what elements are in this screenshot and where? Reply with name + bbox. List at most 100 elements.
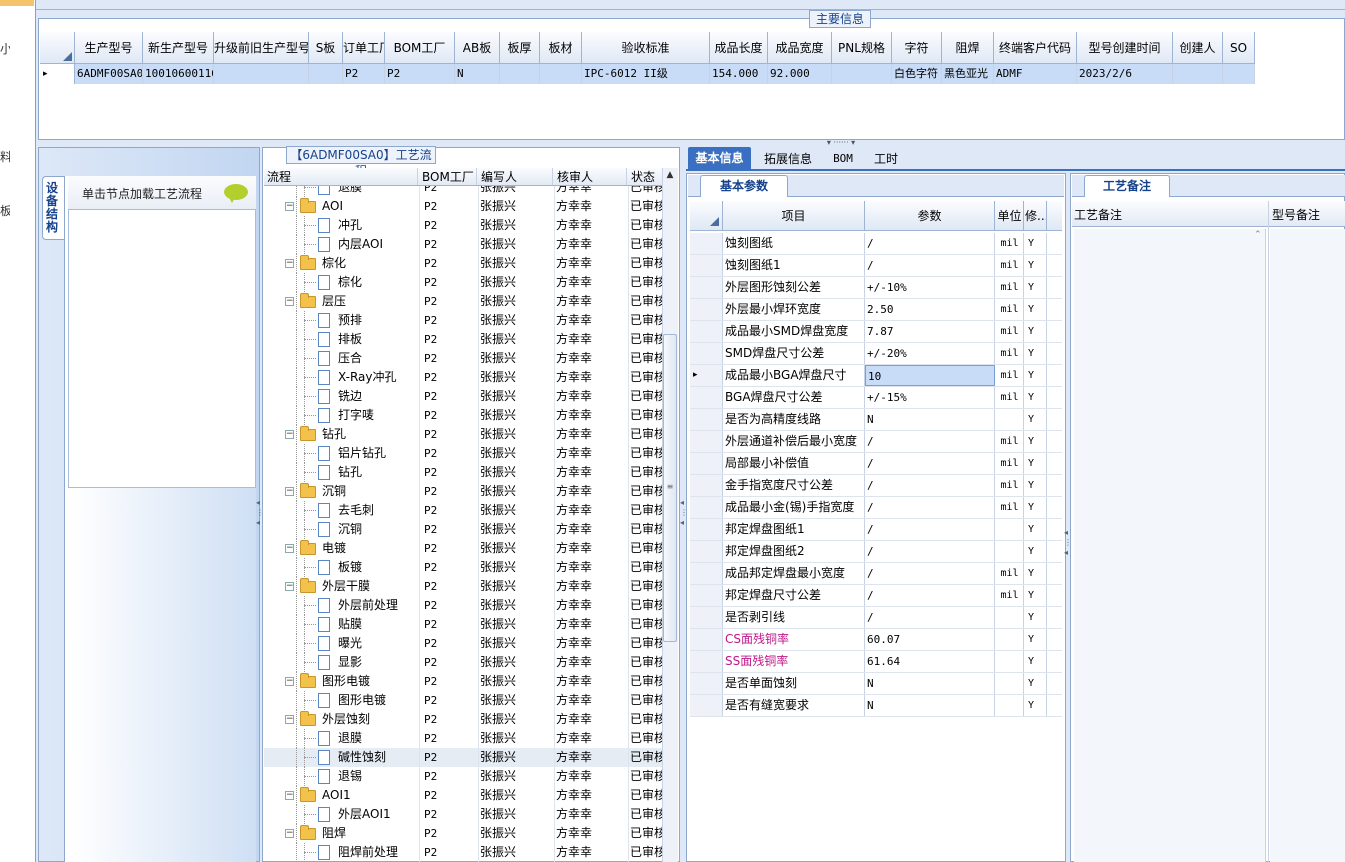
- model-remarks-textarea[interactable]: [1270, 229, 1345, 862]
- table-cell[interactable]: 10010600116056: [143, 64, 214, 84]
- table-cell[interactable]: [832, 64, 892, 84]
- table-cell[interactable]: P2: [343, 64, 385, 84]
- subtab-basic-params[interactable]: 基本参数: [700, 175, 788, 197]
- param-row[interactable]: 外层图形蚀刻公差 +/-10% mil Y: [690, 277, 1062, 299]
- table-cell[interactable]: 2023/2/6: [1077, 64, 1173, 84]
- tree-row[interactable]: 曝光 P2 张振兴 方幸幸 已审核: [264, 634, 662, 653]
- param-row[interactable]: CS面残铜率 60.07 Y: [690, 629, 1062, 651]
- table-cell[interactable]: [214, 64, 309, 84]
- tree-row[interactable]: − 电镀 P2 张振兴 方幸幸 已审核: [264, 539, 662, 558]
- table-cell[interactable]: 154.000: [710, 64, 768, 84]
- tree-node-label[interactable]: 图形电镀: [338, 691, 386, 710]
- param-row[interactable]: 是否有缝宽要求 N Y: [690, 695, 1062, 717]
- tree-row[interactable]: 排板 P2 张振兴 方幸幸 已审核: [264, 330, 662, 349]
- tab-bom[interactable]: BOM: [824, 149, 862, 169]
- param-row[interactable]: 蚀刻图纸1/mil Y: [690, 255, 1062, 277]
- tree-row[interactable]: X-Ray冲孔 P2 张振兴 方幸幸 已审核: [264, 368, 662, 387]
- column-header[interactable]: SO: [1223, 32, 1255, 64]
- param-row[interactable]: SS面残铜率 61.64 Y: [690, 651, 1062, 673]
- tree-row[interactable]: − 图形电镀 P2 张振兴 方幸幸 已审核: [264, 672, 662, 691]
- tree-row[interactable]: − 外层蚀刻 P2 张振兴 方幸幸 已审核: [264, 710, 662, 729]
- tree-node-label[interactable]: 外层蚀刻: [322, 710, 370, 729]
- tree-row[interactable]: 沉铜 P2 张振兴 方幸幸 已审核: [264, 520, 662, 539]
- table-cell[interactable]: [500, 64, 540, 84]
- tree-node-label[interactable]: 阻焊: [322, 824, 346, 843]
- collapse-minus-icon[interactable]: −: [285, 297, 294, 306]
- column-header[interactable]: 型号创建时间: [1077, 32, 1173, 64]
- param-row[interactable]: 是否单面蚀刻 N Y: [690, 673, 1062, 695]
- column-header[interactable]: 升级前旧生产型号: [214, 32, 309, 64]
- tab-extended-info[interactable]: 拓展信息: [758, 149, 818, 169]
- param-value-input[interactable]: /: [865, 585, 995, 606]
- collapse-minus-icon[interactable]: −: [285, 544, 294, 553]
- tree-node-label[interactable]: 电镀: [322, 539, 346, 558]
- column-header[interactable]: 成品宽度: [768, 32, 832, 64]
- param-row[interactable]: 成品最小金(锡)手指宽度 / mil Y: [690, 497, 1062, 519]
- tree-row[interactable]: − 阻焊 P2 张振兴 方幸幸 已审核: [264, 824, 662, 843]
- column-header[interactable]: 字符: [892, 32, 942, 64]
- tree-row[interactable]: 压合 P2 张振兴 方幸幸 已审核: [264, 349, 662, 368]
- table-cell[interactable]: [1223, 64, 1255, 84]
- column-header[interactable]: 新生产型号: [143, 32, 214, 64]
- tree-node-label[interactable]: 退锡: [338, 767, 362, 786]
- collapse-minus-icon[interactable]: −: [285, 791, 294, 800]
- param-row[interactable]: 成品邦定焊盘最小宽度 / mil Y: [690, 563, 1062, 585]
- tree-node-label[interactable]: 排板: [338, 330, 362, 349]
- table-cell[interactable]: [540, 64, 582, 84]
- tree-row[interactable]: 阻焊前处理 P2 张振兴 方幸幸 已审核: [264, 843, 662, 862]
- tree-node-label[interactable]: 层压: [322, 292, 346, 311]
- table-cell[interactable]: N: [455, 64, 500, 84]
- params-grid[interactable]: 蚀刻图纸 / mil Y 蚀刻图纸1/mil Y 外层图形蚀刻公差 +/-10% mil Y 外层最…: [690, 233, 1062, 862]
- tree-node-label[interactable]: 沉铜: [322, 482, 346, 501]
- tree-row[interactable]: 预排 P2 张振兴 方幸幸 已审核: [264, 311, 662, 330]
- param-value-input[interactable]: /: [865, 475, 995, 496]
- collapse-minus-icon[interactable]: −: [285, 430, 294, 439]
- tree-node-label[interactable]: 贴膜: [338, 615, 362, 634]
- column-header[interactable]: 板厚: [500, 32, 540, 64]
- tree-node-label[interactable]: 冲孔: [338, 216, 362, 235]
- tree-node-label[interactable]: 碱性蚀刻: [338, 748, 386, 767]
- param-value-input[interactable]: N: [865, 673, 995, 694]
- tree-node-label[interactable]: 曝光: [338, 634, 362, 653]
- column-header[interactable]: 核审人: [554, 168, 627, 185]
- table-cell[interactable]: ADMF: [994, 64, 1077, 84]
- tree-node-label[interactable]: 显影: [338, 653, 362, 672]
- param-value-input[interactable]: /: [865, 233, 995, 254]
- param-row[interactable]: 金手指宽度尺寸公差 / mil Y: [690, 475, 1062, 497]
- tree-node-label[interactable]: 打字唛: [338, 406, 374, 425]
- tree-node-label[interactable]: 退膜: [338, 729, 362, 748]
- table-cell[interactable]: [309, 64, 343, 84]
- column-header[interactable]: BOM工厂: [385, 32, 455, 64]
- tab-process-remarks[interactable]: 工艺备注: [1084, 175, 1170, 197]
- tree-row[interactable]: 碱性蚀刻 P2 张振兴 方幸幸 已审核: [264, 748, 662, 767]
- tab-basic-info[interactable]: 基本信息: [688, 147, 751, 171]
- tree-node-label[interactable]: 图形电镀: [322, 672, 370, 691]
- remarks-scroll-up-icon[interactable]: ⌃: [1254, 230, 1264, 240]
- param-value-input[interactable]: +/-10%: [865, 277, 995, 298]
- column-header[interactable]: 生产型号: [75, 32, 143, 64]
- tree-node-label[interactable]: AOI: [322, 197, 343, 216]
- device-tree[interactable]: [68, 176, 256, 488]
- column-header[interactable]: BOM工厂: [419, 168, 477, 185]
- tab-work-hours[interactable]: 工时: [866, 149, 906, 169]
- param-value-input[interactable]: N: [865, 695, 995, 716]
- param-value-input[interactable]: /: [865, 541, 995, 562]
- tree-row[interactable]: − 沉铜 P2 张振兴 方幸幸 已审核: [264, 482, 662, 501]
- collapse-minus-icon[interactable]: −: [285, 202, 294, 211]
- tree-node-label[interactable]: 去毛刺: [338, 501, 374, 520]
- tree-row[interactable]: 内层AOI P2 张振兴 方幸幸 已审核: [264, 235, 662, 254]
- tree-row[interactable]: 钻孔 P2 张振兴 方幸幸 已审核: [264, 463, 662, 482]
- collapse-minus-icon[interactable]: −: [285, 677, 294, 686]
- table-cell[interactable]: 6ADMF00SA0: [75, 64, 143, 84]
- tree-row[interactable]: 冲孔 P2 张振兴 方幸幸 已审核: [264, 216, 662, 235]
- column-header[interactable]: 单位: [996, 201, 1024, 231]
- column-header[interactable]: 验收标准: [582, 32, 710, 64]
- tree-row[interactable]: − 钻孔 P2 张振兴 方幸幸 已审核: [264, 425, 662, 444]
- tree-node-label[interactable]: AOI1: [322, 786, 351, 805]
- param-row[interactable]: SMD焊盘尺寸公差 +/-20% mil Y: [690, 343, 1062, 365]
- param-value-input[interactable]: 60.07: [865, 629, 995, 650]
- param-value-input[interactable]: /: [865, 607, 995, 628]
- tree-node-label[interactable]: 棕化: [322, 254, 346, 273]
- tree-row[interactable]: 去毛刺 P2 张振兴 方幸幸 已审核: [264, 501, 662, 520]
- param-row[interactable]: 是否为高精度线路 N Y: [690, 409, 1062, 431]
